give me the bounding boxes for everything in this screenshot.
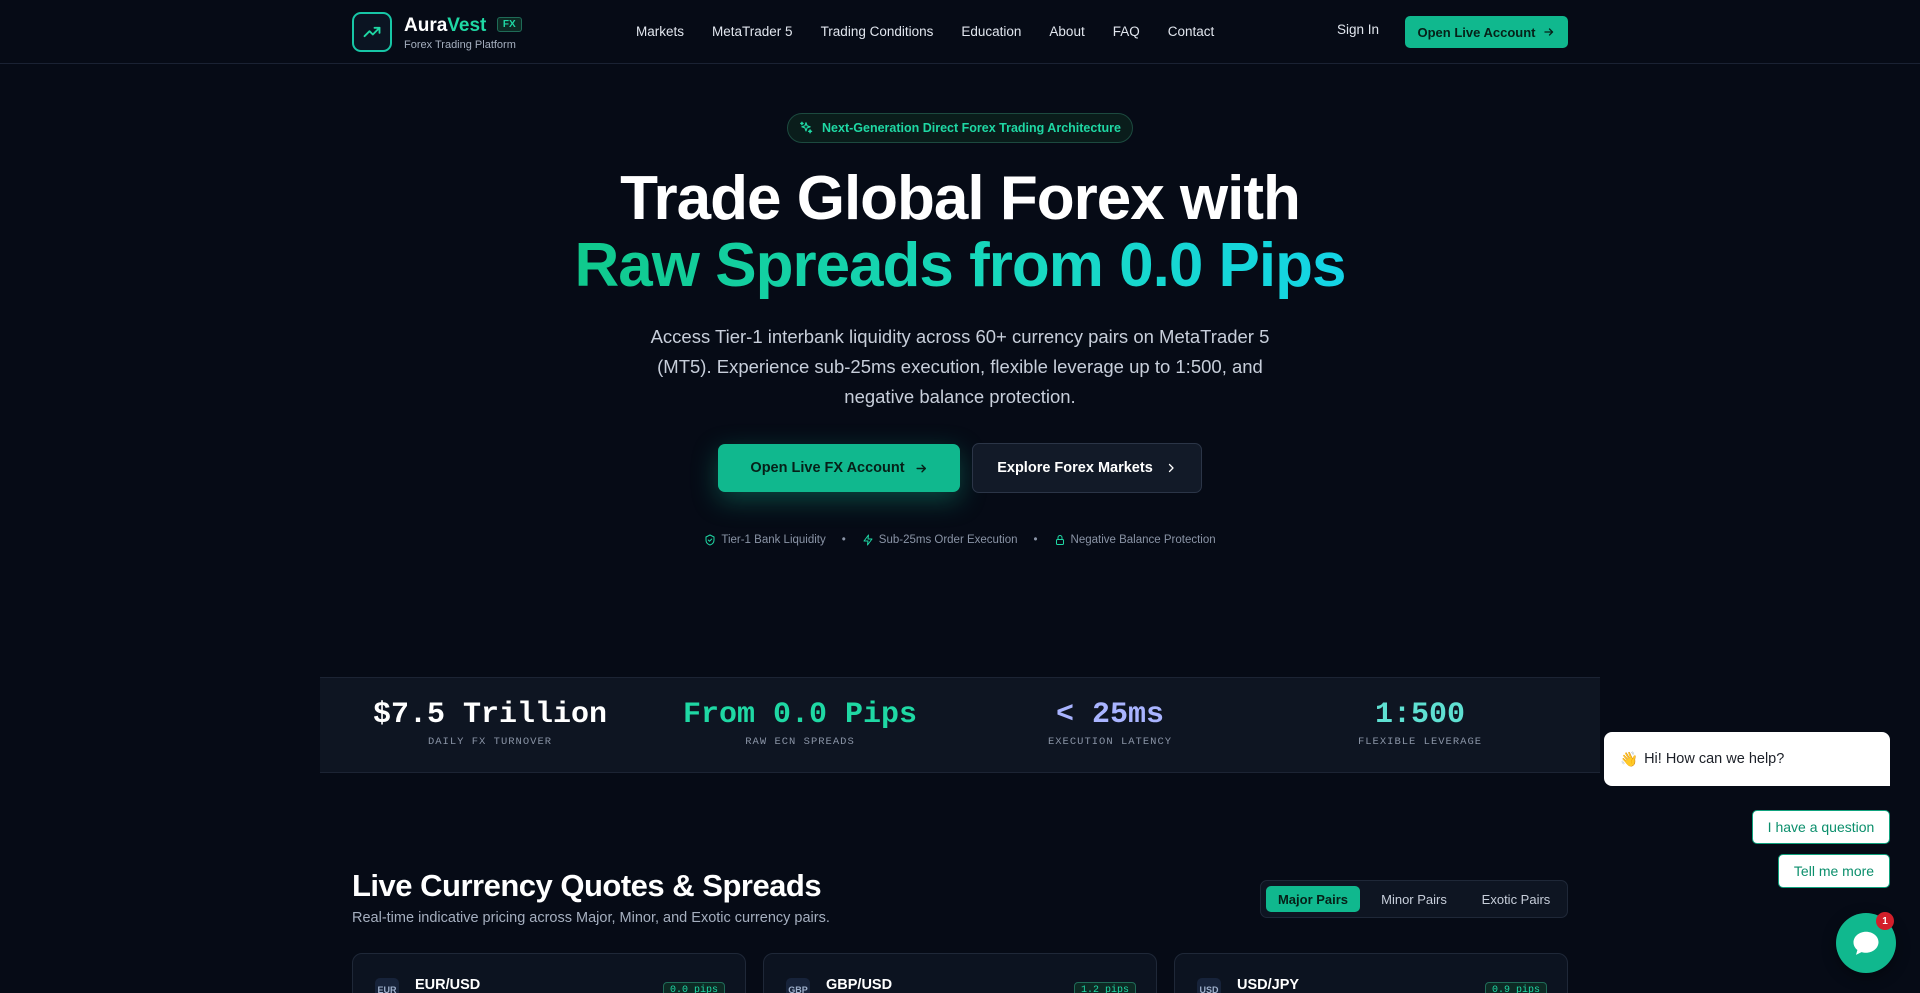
- hero-title-line2: Raw Spreads from 0.0 Pips: [574, 231, 1347, 300]
- nav-item-metatrader-5[interactable]: MetaTrader 5: [712, 24, 793, 39]
- stat-label: EXECUTION LATENCY: [1047, 736, 1173, 748]
- chat-icon: [1853, 931, 1879, 955]
- trust-item-liquidity: Tier-1 Bank Liquidity: [704, 534, 826, 546]
- hero-title-line1: Trade Global Forex with: [620, 164, 1301, 233]
- stat-label: FLEXIBLE LEVERAGE: [1357, 736, 1483, 748]
- hero-subtitle: Access Tier-1 interbank liquidity across…: [650, 326, 1270, 407]
- sign-in-link[interactable]: Sign In: [1337, 22, 1379, 37]
- arrow-right-icon: [1544, 28, 1554, 36]
- quote-card-pair: USD/JPY: [1237, 977, 1300, 993]
- stat-value: 1:500: [1374, 698, 1465, 732]
- hero-pill: Next-Generation Direct Forex Trading Arc…: [787, 113, 1133, 143]
- stats-bar: $7.5 Trillion DAILY FX TURNOVER From 0.0…: [320, 677, 1600, 773]
- nav-item-faq[interactable]: FAQ: [1113, 24, 1140, 39]
- hero-pill-text: Next-Generation Direct Forex Trading Arc…: [822, 121, 1121, 135]
- explore-forex-markets-button[interactable]: Explore Forex Markets: [972, 443, 1202, 493]
- stat-value: $7.5 Trillion: [372, 698, 608, 732]
- trust-item-protection: Negative Balance Protection: [1054, 534, 1216, 546]
- trust-row: Tier-1 Bank Liquidity • Sub-25ms Order E…: [0, 532, 1920, 548]
- quote-card-gbpusd[interactable]: GBP GBP/USD 1.2 pips: [763, 953, 1157, 993]
- lightning-icon: [863, 534, 873, 546]
- tab-major-pairs[interactable]: Major Pairs: [1266, 886, 1360, 912]
- nav-item-markets[interactable]: Markets: [636, 24, 684, 39]
- sparkles-icon: [800, 121, 813, 134]
- nav-links: Markets MetaTrader 5 Trading Conditions …: [636, 0, 1214, 63]
- quote-card-eurusd[interactable]: EUR EUR/USD 0.0 pips: [352, 953, 746, 993]
- open-live-fx-account-button[interactable]: Open Live FX Account: [718, 444, 960, 492]
- quote-card-spread: 1.2 pips: [1073, 982, 1136, 993]
- currency-flag: EUR: [375, 978, 399, 993]
- logo-mark[interactable]: [352, 12, 392, 52]
- stat-label: RAW ECN SPREADS: [745, 736, 855, 748]
- tab-exotic-pairs[interactable]: Exotic Pairs: [1468, 886, 1564, 912]
- quotes-section-title: Live Currency Quotes & Spreads: [352, 868, 822, 903]
- chat-option-question[interactable]: I have a question: [1752, 810, 1890, 844]
- trending-up-icon: [363, 26, 381, 38]
- currency-flag: USD: [1197, 978, 1221, 993]
- stat-spreads: From 0.0 Pips RAW ECN SPREADS: [645, 698, 955, 748]
- stat-value: From 0.0 Pips: [682, 698, 918, 732]
- stat-value: < 25ms: [1055, 698, 1165, 732]
- stat-latency: < 25ms EXECUTION LATENCY: [955, 698, 1265, 748]
- brand-badge: FX: [496, 17, 522, 32]
- arrow-right-icon: [916, 464, 926, 472]
- nav-cta-label: Open Live Account: [1417, 24, 1536, 40]
- hero-title: Trade Global Forex with Raw Spreads from…: [0, 165, 1920, 299]
- top-navbar: AuraVest FX Forex Trading Platform Marke…: [0, 0, 1920, 64]
- nav-item-education[interactable]: Education: [961, 24, 1021, 39]
- quotes-section-subtitle: Real-time indicative pricing across Majo…: [352, 910, 830, 926]
- chat-greeting-text: Hi! How can we help?: [1644, 751, 1785, 767]
- lock-icon: [1055, 535, 1064, 545]
- nav-item-trading-conditions[interactable]: Trading Conditions: [821, 24, 934, 39]
- secondary-cta-label: Explore Forex Markets: [997, 460, 1153, 476]
- brand[interactable]: AuraVest FX Forex Trading Platform: [404, 15, 522, 51]
- quote-card-pair: GBP/USD: [826, 977, 893, 993]
- tab-minor-pairs[interactable]: Minor Pairs: [1366, 886, 1462, 912]
- open-live-account-button[interactable]: Open Live Account: [1405, 16, 1568, 48]
- chevron-right-icon: [1168, 463, 1174, 473]
- quote-card-spread: 0.9 pips: [1484, 982, 1547, 993]
- trust-separator: •: [1033, 534, 1038, 546]
- stat-label: DAILY FX TURNOVER: [427, 736, 553, 748]
- wave-icon: 👋: [1620, 751, 1639, 768]
- currency-flag: GBP: [786, 978, 810, 993]
- primary-cta-label: Open Live FX Account: [750, 460, 905, 476]
- shield-check-icon: [705, 534, 715, 546]
- brand-name: AuraVest: [404, 15, 487, 36]
- pair-category-tabs: Major Pairs Minor Pairs Exotic Pairs: [1260, 880, 1568, 918]
- stat-leverage: 1:500 FLEXIBLE LEVERAGE: [1265, 698, 1575, 748]
- quote-card-pair: EUR/USD: [415, 977, 481, 993]
- trust-separator: •: [841, 534, 846, 546]
- chat-greeting-bubble[interactable]: 👋 Hi! How can we help?: [1604, 732, 1890, 786]
- nav-item-about[interactable]: About: [1049, 24, 1084, 39]
- stat-turnover: $7.5 Trillion DAILY FX TURNOVER: [335, 698, 645, 748]
- quote-card-spread: 0.0 pips: [662, 982, 725, 993]
- chat-option-tell-more[interactable]: Tell me more: [1778, 854, 1890, 888]
- quote-card-usdjpy[interactable]: USD USD/JPY 0.9 pips: [1174, 953, 1568, 993]
- nav-item-contact[interactable]: Contact: [1168, 24, 1215, 39]
- trust-item-execution: Sub-25ms Order Execution: [862, 534, 1017, 546]
- chat-unread-badge: 1: [1876, 912, 1894, 930]
- brand-tagline: Forex Trading Platform: [404, 39, 516, 51]
